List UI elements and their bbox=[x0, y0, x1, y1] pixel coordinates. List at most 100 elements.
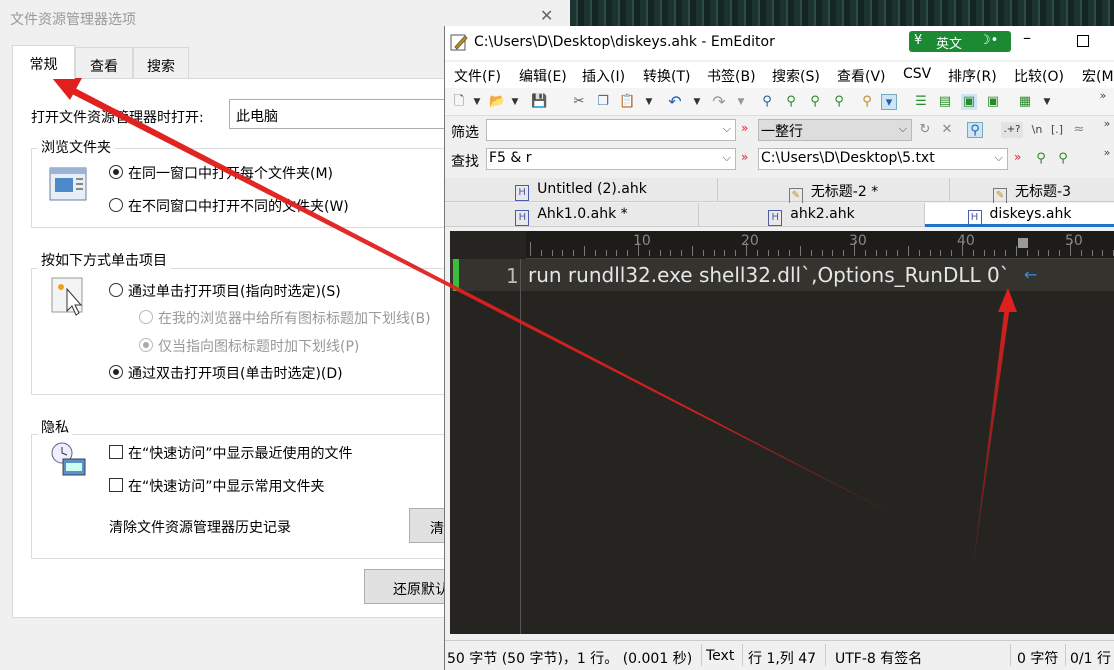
menu-bookmark[interactable]: 书签(B) bbox=[707, 66, 756, 86]
open-dropdown-icon[interactable]: ▼ bbox=[507, 94, 523, 110]
filter-overflow-icon[interactable]: » bbox=[1099, 116, 1114, 132]
word-wrap-icon[interactable]: ▤ bbox=[937, 94, 953, 110]
filter-search-icon[interactable]: ⚲ bbox=[967, 122, 983, 138]
close-icon[interactable]: ✕ bbox=[540, 6, 553, 25]
tab-ahk1[interactable]: H Ahk1.0.ahk * bbox=[445, 203, 699, 227]
eol-arrow-icon: ← bbox=[1024, 265, 1038, 284]
wrap-window-icon[interactable]: ▣ bbox=[961, 94, 977, 110]
tab-untitled-2-star[interactable]: ✎ 无标题-2 * bbox=[718, 178, 950, 204]
find-prev-icon[interactable]: ⚲ bbox=[1055, 151, 1071, 167]
menu-file[interactable]: 文件(F) bbox=[454, 66, 501, 86]
replace-icon[interactable]: ⚲ bbox=[831, 94, 847, 110]
menu-view[interactable]: 查看(V) bbox=[837, 66, 886, 86]
filter-input[interactable]: ⌵ bbox=[486, 119, 736, 141]
ime-indicator[interactable]: ¥ 英文 ☽• bbox=[909, 31, 1011, 52]
status-separator bbox=[825, 644, 826, 666]
status-position[interactable]: 行 1,列 47 bbox=[748, 648, 816, 668]
tab-ahk2[interactable]: Hahk2.ahk bbox=[699, 203, 925, 227]
properties-dropdown-icon[interactable]: ▼ bbox=[1039, 94, 1055, 110]
menu-search[interactable]: 搜索(S) bbox=[772, 66, 820, 86]
bracket-icon[interactable]: [.] bbox=[1049, 122, 1065, 138]
toolbar-overflow-icon[interactable]: » bbox=[1095, 88, 1111, 104]
menu-macro[interactable]: 宏(M bbox=[1082, 66, 1114, 86]
minimize-icon[interactable]: – bbox=[1023, 28, 1031, 47]
editor-area[interactable]: 10 20 30 40 50 1 run rundll32.exe shell3… bbox=[450, 231, 1114, 634]
tab-diskeys[interactable]: Hdiskeys.ahk bbox=[925, 203, 1114, 227]
find-icon[interactable]: ⚲ bbox=[759, 94, 775, 110]
radio-single-click[interactable] bbox=[109, 283, 123, 297]
checkbox-frequent-folders[interactable] bbox=[109, 478, 123, 492]
find-in-files-icon[interactable]: ⚲ bbox=[859, 94, 875, 110]
ahk-file-icon: H bbox=[768, 210, 783, 226]
undo-icon[interactable]: ↶ bbox=[667, 94, 683, 110]
refresh-icon[interactable]: ↻ bbox=[917, 122, 933, 138]
redo-dropdown-icon[interactable]: ▼ bbox=[733, 94, 749, 110]
open-in-select[interactable]: 此电脑 bbox=[229, 99, 469, 129]
filter-mode-value: 一整行 bbox=[761, 124, 803, 140]
paste-dropdown-icon[interactable]: ▼ bbox=[641, 94, 657, 110]
properties-icon[interactable]: ▦ bbox=[1017, 94, 1033, 110]
find-next-icon[interactable]: ⚲ bbox=[783, 94, 799, 110]
ruler-tick bbox=[767, 250, 769, 256]
find-path-input[interactable]: C:\Users\D\Desktop\5.txt ⌵ bbox=[758, 148, 1008, 170]
tab-general[interactable]: 常规 bbox=[12, 45, 75, 79]
status-selection: 0 字符 bbox=[1017, 651, 1059, 667]
menu-sort[interactable]: 排序(R) bbox=[948, 66, 997, 86]
radio-underline-all[interactable] bbox=[139, 310, 153, 324]
title-bar: C:\Users\D\Desktop\diskeys.ahk - EmEdito… bbox=[445, 26, 1114, 60]
ruler-tick bbox=[584, 246, 585, 256]
ruler-tick bbox=[713, 250, 715, 256]
ruler-tick bbox=[638, 242, 639, 256]
radio-double-click[interactable] bbox=[109, 365, 123, 379]
new-dropdown-icon[interactable]: ▼ bbox=[469, 94, 485, 110]
open-folder-icon[interactable]: 📂 bbox=[489, 94, 505, 110]
maximize-icon[interactable] bbox=[1077, 35, 1089, 47]
ruler-tick bbox=[929, 250, 931, 256]
ruler-tick bbox=[778, 250, 780, 256]
fuzzy-icon[interactable]: ≈ bbox=[1071, 122, 1087, 138]
find-prev-icon[interactable]: ⚲ bbox=[807, 94, 823, 110]
cut-icon[interactable]: ✂ bbox=[571, 94, 587, 110]
ruler-tick bbox=[983, 250, 985, 256]
menu-insert[interactable]: 插入(I) bbox=[582, 66, 625, 86]
tab-search[interactable]: 搜索 bbox=[133, 47, 189, 78]
wrap-page-icon[interactable]: ▣ bbox=[985, 94, 1001, 110]
filter-toggle-icon[interactable]: ▾ bbox=[881, 94, 897, 110]
ruler-tick bbox=[875, 250, 877, 256]
undo-dropdown-icon[interactable]: ▼ bbox=[689, 94, 705, 110]
status-mode[interactable]: Text bbox=[706, 648, 734, 664]
filter-mode-select[interactable]: 一整行 ⌵ bbox=[758, 119, 912, 141]
escape-sequence-icon[interactable]: \n bbox=[1029, 122, 1045, 138]
status-encoding[interactable]: UTF-8 有签名 bbox=[835, 648, 922, 668]
filter-expand-icon[interactable]: » bbox=[741, 121, 748, 135]
copy-icon[interactable]: ❐ bbox=[595, 94, 611, 110]
paste-icon[interactable]: 📋 bbox=[619, 94, 635, 110]
find-expand-icon[interactable]: » bbox=[741, 150, 748, 164]
menu-edit[interactable]: 编辑(E) bbox=[519, 66, 567, 86]
regex-icon[interactable]: .+? bbox=[1001, 122, 1023, 138]
find-path-expand-icon[interactable]: » bbox=[1014, 150, 1021, 164]
tab-untitled-2[interactable]: H Untitled (2).ahk bbox=[445, 178, 718, 202]
code-line[interactable]: run rundll32.exe shell32.dll`,Options_Ru… bbox=[528, 263, 1010, 287]
ruler-tick bbox=[605, 250, 607, 256]
menu-csv[interactable]: CSV bbox=[903, 66, 931, 82]
menu-convert[interactable]: 转换(T) bbox=[643, 66, 690, 86]
tab-view[interactable]: 查看 bbox=[75, 47, 133, 78]
tab-untitled-3[interactable]: ✎ 无标题-3 bbox=[950, 178, 1114, 204]
checkbox-recent-files-label: 在“快速访问”中显示最近使用的文件 bbox=[128, 446, 353, 462]
radio-underline-hover[interactable] bbox=[139, 338, 153, 352]
radio-same-window[interactable] bbox=[109, 165, 123, 179]
menu-compare[interactable]: 比较(O) bbox=[1014, 66, 1064, 86]
find-overflow-icon[interactable]: » bbox=[1099, 145, 1114, 161]
split-icon[interactable]: ☰ bbox=[913, 94, 929, 110]
find-next-icon[interactable]: ⚲ bbox=[1033, 151, 1049, 167]
ruler-tick bbox=[908, 246, 909, 256]
redo-icon[interactable]: ↷ bbox=[711, 94, 727, 110]
ruler-tick bbox=[1102, 250, 1104, 256]
new-file-icon[interactable]: 🗋 bbox=[451, 94, 467, 110]
checkbox-recent-files[interactable] bbox=[109, 445, 123, 459]
radio-new-window[interactable] bbox=[109, 198, 123, 212]
clear-filter-icon[interactable]: ✕ bbox=[939, 122, 955, 138]
find-input[interactable]: F5 & r ⌵ bbox=[486, 148, 736, 170]
save-icon[interactable]: 💾 bbox=[531, 94, 547, 110]
